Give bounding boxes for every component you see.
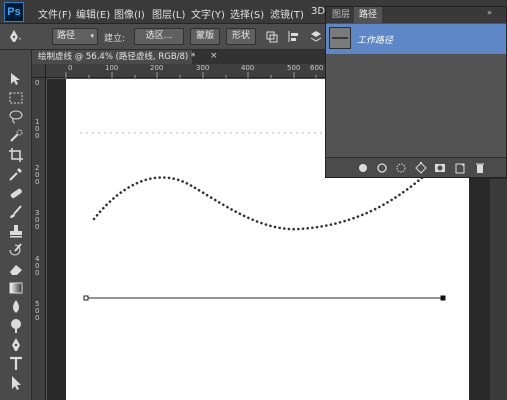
path-list-item[interactable]: 工作路径	[326, 24, 506, 54]
add-mask-icon[interactable]	[433, 161, 447, 175]
stroke-path-icon[interactable]	[375, 161, 389, 175]
paths-panel: 图层 路径 工作路径	[325, 6, 507, 178]
tab-layers[interactable]: 图层	[328, 7, 354, 23]
panel-collapse-icon[interactable]: »	[487, 8, 503, 18]
fill-path-icon[interactable]	[356, 161, 370, 175]
panel-tab-bar: 图层 路径	[326, 7, 506, 23]
new-path-icon[interactable]	[453, 161, 467, 175]
dotted-curve-path	[92, 174, 426, 231]
path-thumbnail	[329, 27, 351, 49]
load-selection-icon[interactable]	[394, 161, 408, 175]
delete-path-icon[interactable]	[473, 161, 487, 175]
make-path-icon[interactable]	[414, 161, 428, 175]
anchor-point-start	[83, 295, 89, 301]
tab-paths[interactable]: 路径	[354, 7, 382, 23]
path-name: 工作路径	[357, 36, 394, 46]
path-list-empty-area	[326, 55, 506, 156]
anchor-point-end	[440, 295, 446, 301]
paths-panel-footer	[326, 157, 506, 177]
